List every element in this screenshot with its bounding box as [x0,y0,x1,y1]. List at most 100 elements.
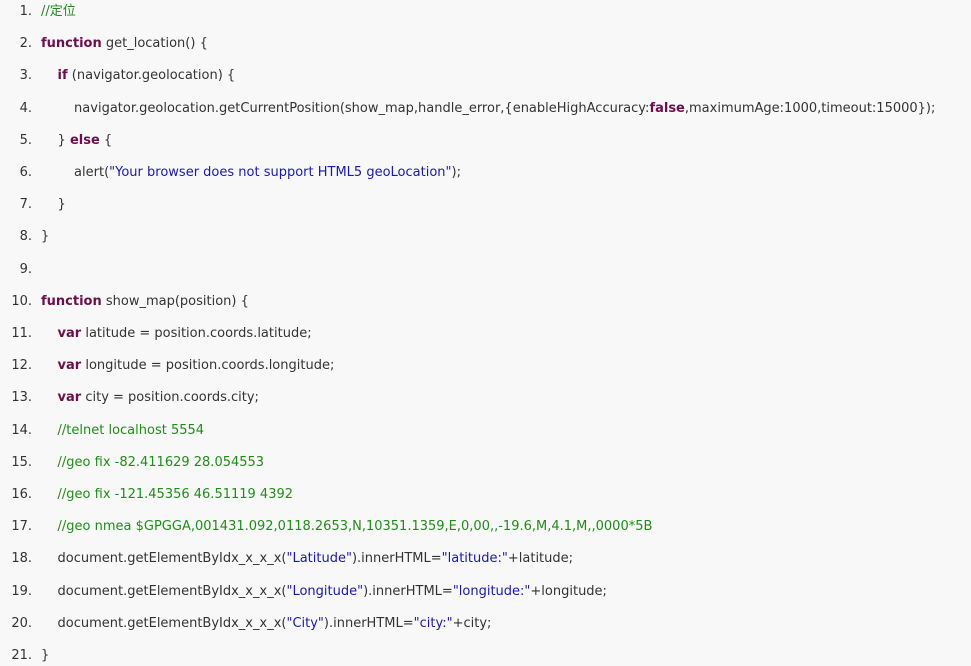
code-token-keyword: function [41,36,102,52]
code-line: 9. [0,260,971,280]
code-token-plain: +city; [452,615,492,631]
code-line: 3. if (navigator.geolocation) { [0,66,971,86]
code-line: 12. var longitude = position.coords.long… [0,356,971,376]
code-token-plain: (navigator.geolocation) { [67,68,236,84]
code-token-plain: +longitude; [530,583,607,599]
code-token-plain: longitude = position.coords.longitude; [81,358,335,374]
code-token-plain: navigator.geolocation.getCurrentPosition… [41,100,650,116]
code-text: function show_map(position) { [41,292,249,312]
code-text: var city = position.coords.city; [41,388,259,408]
code-text: //geo nmea $GPGGA,001431.092,0118.2653,N… [41,517,653,537]
line-number: 6. [19,165,32,180]
code-text: document.getElementByIdx_x_x_x("City").i… [41,614,492,634]
line-number: 7. [19,197,32,213]
code-text: //geo fix -121.45356 46.51119 4392 [41,485,293,505]
code-text: } [41,227,49,247]
line-number: 14. [11,422,32,438]
code-line: 1. //定位 [0,2,971,22]
code-token-comment: //定位 [41,4,76,19]
line-number: 17. [11,519,32,535]
code-token-plain: show_map(position) { [101,293,249,309]
code-text: var longitude = position.coords.longitud… [41,356,335,376]
code-token-plain: ); [451,165,461,180]
code-token-string: "Latitude" [286,551,352,567]
code-token-plain: get_location() { [101,36,208,52]
line-number: 9. [19,261,32,277]
code-line: 21.} [0,646,971,666]
line-number: 15. [11,454,32,470]
code-line: 8.} [0,227,971,247]
line-number: 18. [11,551,32,567]
code-token-plain: document.getElementByIdx_x_x_x( [41,551,287,567]
code-line: 6. alert("Your browser does not support … [0,163,971,183]
code-token-keyword: function [41,293,102,309]
code-line: 20. document.getElementByIdx_x_x_x("City… [0,614,971,634]
code-token-string: "latitude:" [441,551,508,567]
code-text: } [41,646,49,666]
code-token-plain: alert( [41,165,110,180]
code-line: 18. document.getElementByIdx_x_x_x("Lati… [0,549,971,569]
code-text: alert("Your browser does not support HTM… [41,163,461,183]
code-token-plain: +latitude; [507,551,574,567]
code-token-keyword: if [57,68,68,84]
code-line: 14. //telnet localhost 5554 [0,421,971,441]
code-line: 10. function show_map(position) { [0,292,971,312]
code-text: var latitude = position.coords.latitude; [41,324,312,344]
line-number: 5. [19,132,32,148]
line-number: 4. [19,100,32,116]
code-text: if (navigator.geolocation) { [41,66,236,86]
code-token-keyword: var [57,390,82,406]
code-token-keyword: else [69,132,100,148]
line-number: 16. [11,487,32,502]
code-line: 13. var city = position.coords.city; [0,388,971,408]
line-number: 10. [11,293,32,309]
code-text: //telnet localhost 5554 [41,421,205,441]
code-line: 15. //geo fix -82.411629 28.054553 [0,453,971,473]
code-text: //定位 [41,2,76,22]
code-line: 4. navigator.geolocation.getCurrentPosit… [0,99,971,119]
code-text: document.getElementByIdx_x_x_x("Longitud… [41,582,607,602]
code-token-comment: //telnet localhost 5554 [57,422,205,438]
code-token-comment: //geo nmea $GPGGA,001431.092,0118.2653,N… [57,519,653,535]
line-number: 12. [11,358,32,374]
code-token-plain: ).innerHTML= [363,583,453,599]
line-number: 11. [11,326,32,341]
code-line: 17. //geo nmea $GPGGA,001431.092,0118.26… [0,517,971,537]
code-token-plain: city = position.coords.city; [81,390,259,406]
code-text: } [41,195,66,215]
line-number: 20. [11,615,32,631]
code-token-plain: } [41,197,66,213]
code-text: document.getElementByIdx_x_x_x("Latitude… [41,549,574,569]
code-token-plain: } [41,229,50,245]
code-token-plain: } [41,648,50,663]
code-token-plain: document.getElementByIdx_x_x_x( [41,615,287,631]
line-number: 21. [11,648,32,663]
code-listing: 1. //定位 2. function get_location() {3. if (… [0,0,971,666]
code-token-plain: ).innerHTML= [351,551,442,567]
code-token-string: "Longitude" [286,583,364,599]
code-line: 7. } [0,195,971,215]
code-token-plain: document.getElementByIdx_x_x_x( [41,583,287,599]
line-number: 13. [11,390,32,406]
code-token-plain: latitude = position.coords.latitude; [81,326,312,341]
line-number: 19. [11,583,32,599]
code-line: 16. //geo fix -121.45356 46.51119 4392 [0,485,971,505]
code-text: function get_location() { [41,34,208,54]
code-text: } else { [41,131,113,151]
line-number: 3. [19,68,32,84]
code-token-string: "city:" [413,615,453,631]
code-text: //geo fix -82.411629 28.054553 [41,453,265,473]
code-token-plain: ,maximumAge:1000,timeout:15000}); [684,100,936,116]
line-number: 1. [19,4,32,19]
code-token-comment: //geo fix -121.45356 46.51119 4392 [57,487,294,502]
line-number: 8. [19,229,32,245]
code-text: navigator.geolocation.getCurrentPosition… [41,99,935,119]
